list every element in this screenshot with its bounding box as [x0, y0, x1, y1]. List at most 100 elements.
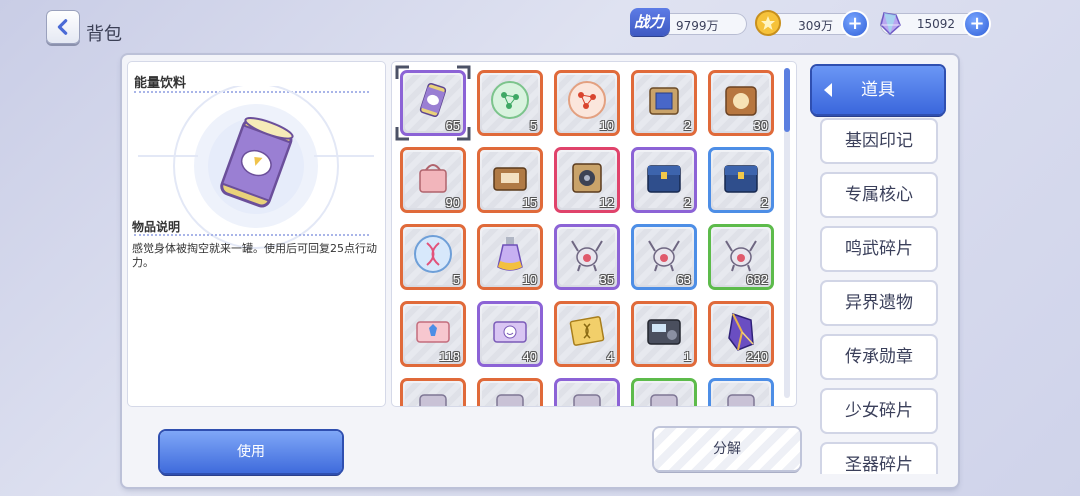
tab-label: 传承勋章: [845, 347, 913, 367]
power-value: 9799万: [676, 19, 719, 33]
inventory-slot[interactable]: [477, 378, 543, 406]
add-gem-button[interactable]: +: [965, 12, 989, 36]
back-button[interactable]: [46, 10, 80, 44]
description-title: 物品说明: [132, 220, 181, 234]
inventory-slot[interactable]: 682: [708, 224, 774, 290]
item-count: 15: [522, 195, 537, 210]
inventory-slot[interactable]: 15: [477, 147, 543, 213]
item-count: 63: [676, 272, 691, 287]
item-count: 118: [439, 349, 460, 364]
category-tab[interactable]: 鸣武碎片: [822, 228, 936, 270]
wooden-chest-icon: [493, 167, 527, 191]
item-count: 35: [599, 272, 614, 287]
inventory-slot[interactable]: 10: [554, 70, 620, 136]
inventory-slot[interactable]: 10: [477, 224, 543, 290]
dna-orb-icon: [414, 235, 452, 273]
blue-treasure-chest-icon: [724, 165, 758, 193]
inventory-slot[interactable]: [631, 378, 697, 406]
decompose-button[interactable]: 分解: [654, 428, 800, 470]
inventory-slot[interactable]: 65: [400, 70, 466, 136]
tab-label: 异界遗物: [845, 293, 913, 313]
gold-coin-icon: [755, 10, 781, 36]
item-count: 2: [683, 195, 691, 210]
chevron-left-icon: [57, 19, 68, 35]
item-grid[interactable]: 65 5 10 2 30 90 15 12 2 2 5 10 35 63 682 118 40 4 1 240: [392, 62, 796, 406]
use-button[interactable]: 使用: [160, 431, 342, 473]
tab-label: 鸣武碎片: [845, 239, 913, 259]
inventory-slot[interactable]: [400, 378, 466, 406]
tab-label: 专属核心: [845, 185, 913, 205]
category-tab[interactable]: 异界遗物: [822, 282, 936, 324]
category-tab[interactable]: 圣器碎片: [822, 444, 936, 474]
crystal-shard-icon: [728, 313, 754, 351]
tab-label: 少女碎片: [845, 401, 913, 421]
scrollbar-thumb[interactable]: [784, 68, 790, 132]
inventory-slot[interactable]: 35: [554, 224, 620, 290]
blue-cube-chest-icon: [649, 87, 679, 115]
item-count: 2: [683, 118, 691, 133]
gem-display: 15092 +: [880, 12, 989, 36]
inventory-slot[interactable]: [708, 378, 774, 406]
category-tab[interactable]: 基因印记: [822, 120, 936, 162]
gem-crystal-icon: [880, 12, 901, 36]
inventory-slot[interactable]: 12: [554, 147, 620, 213]
category-tab[interactable]: 少女碎片: [822, 390, 936, 432]
item-count: 5: [529, 118, 537, 133]
partial-item-icon: [496, 394, 524, 406]
power-label: 战力: [630, 8, 671, 36]
item-detail-panel: 能量饮料 物品说明 感觉身体被掏空就来一罐。使用后可回复25点行动力。: [128, 62, 385, 406]
ticket-icon: [416, 321, 450, 343]
blue-treasure-chest-icon: [647, 165, 681, 193]
gem-value: 15092: [916, 17, 955, 31]
grid-scrollbar[interactable]: [784, 68, 790, 398]
item-count: 40: [522, 349, 537, 364]
tab-label: 圣器碎片: [845, 455, 913, 474]
coin-display: 309万 +: [755, 10, 867, 36]
inventory-slot[interactable]: 2: [631, 70, 697, 136]
inventory-slot[interactable]: 40: [477, 301, 543, 367]
divider: [134, 234, 369, 236]
item-count: 1: [683, 349, 691, 364]
mechanical-chest-icon: [572, 163, 602, 193]
potion-bottle-icon: [497, 237, 523, 271]
inventory-slot[interactable]: 2: [631, 147, 697, 213]
tab-label: 道具: [861, 80, 895, 100]
partial-item-icon: [419, 394, 447, 406]
item-count: 65: [445, 118, 460, 133]
inventory-slot[interactable]: 90: [400, 147, 466, 213]
inventory-slot[interactable]: 5: [400, 224, 466, 290]
category-tab[interactable]: 道具: [812, 66, 944, 114]
crab-core-icon: [725, 240, 757, 272]
item-description: 感觉身体被掏空就来一罐。使用后可回复25点行动力。: [132, 242, 377, 269]
dna-card-icon: [569, 316, 605, 346]
partial-item-icon: [573, 394, 601, 406]
item-count: 10: [522, 272, 537, 287]
category-tabs: 道具基因印记专属核心鸣武碎片异界遗物传承勋章少女碎片圣器碎片: [804, 62, 954, 474]
inventory-slot[interactable]: 63: [631, 224, 697, 290]
red-molecule-orb-icon: [568, 81, 606, 119]
radio-device-icon: [647, 319, 681, 345]
inventory-slot[interactable]: 2: [708, 147, 774, 213]
item-count: 5: [452, 272, 460, 287]
tab-label: 基因印记: [845, 131, 913, 151]
inventory-slot[interactable]: 5: [477, 70, 543, 136]
caret-left-icon: [824, 83, 832, 97]
inventory-slot[interactable]: 1: [631, 301, 697, 367]
gold-box-icon: [725, 86, 757, 116]
inventory-slot[interactable]: 30: [708, 70, 774, 136]
energy-drink-can-icon: [419, 82, 447, 118]
category-tab[interactable]: 专属核心: [822, 174, 936, 216]
partial-item-icon: [727, 394, 755, 406]
inventory-slot[interactable]: 4: [554, 301, 620, 367]
category-tab[interactable]: 传承勋章: [822, 336, 936, 378]
inventory-slot[interactable]: 240: [708, 301, 774, 367]
item-count: 12: [599, 195, 614, 210]
coin-value: 309万: [798, 19, 833, 33]
crab-core-icon: [648, 240, 680, 272]
inventory-slot[interactable]: [554, 378, 620, 406]
energy-drink-can-icon: [138, 86, 374, 249]
item-count: 30: [753, 118, 768, 133]
add-coin-button[interactable]: +: [843, 12, 867, 36]
item-count: 90: [445, 195, 460, 210]
inventory-slot[interactable]: 118: [400, 301, 466, 367]
